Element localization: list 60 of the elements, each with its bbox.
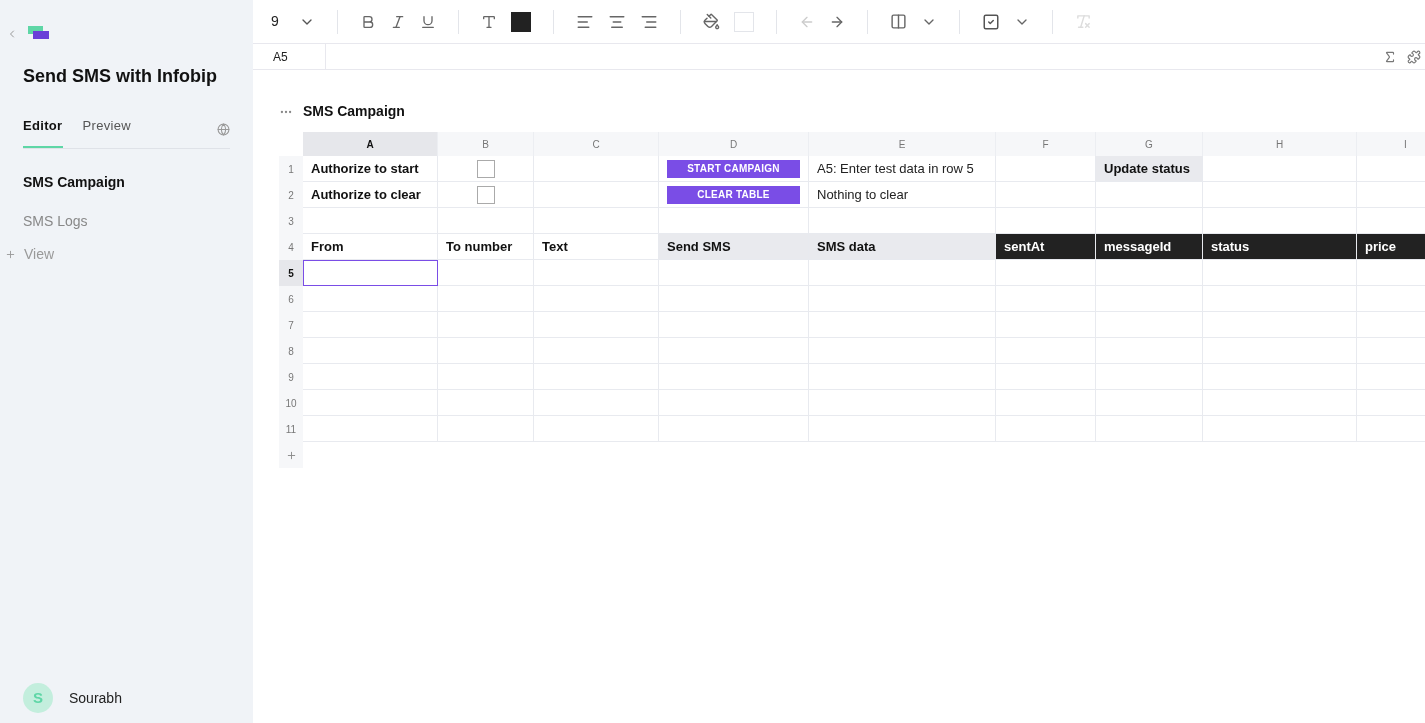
add-view-link[interactable]: View: [24, 243, 55, 265]
globe-icon[interactable]: [217, 122, 230, 136]
fill-color-swatch[interactable]: [733, 11, 754, 32]
text-color-swatch[interactable]: [510, 11, 531, 32]
logo-icon: [28, 26, 49, 41]
table-cell: price: [1357, 234, 1425, 260]
column-header[interactable]: B: [438, 132, 534, 156]
user-avatar: S: [23, 683, 53, 713]
table-cell: Send SMS: [659, 234, 809, 260]
checkbox[interactable]: [476, 185, 495, 204]
user-name: Sourabh: [69, 688, 122, 708]
table-cell: A5: Enter test data in row 5: [809, 156, 996, 182]
table-cell: messageId: [1096, 234, 1203, 260]
page-item[interactable]: SMS Logs: [23, 201, 230, 241]
table-cell: From: [303, 234, 438, 260]
column-header[interactable]: H: [1203, 132, 1357, 156]
row-number[interactable]: 11: [279, 416, 303, 442]
page-item[interactable]: SMS Campaign: [23, 162, 230, 202]
fill-color-icon[interactable]: [702, 13, 720, 30]
table-cell: status: [1203, 234, 1357, 260]
table-cell: Update status: [1096, 156, 1203, 182]
sheet-button[interactable]: CLEAR TABLE: [667, 185, 800, 204]
row-number[interactable]: 6: [279, 286, 303, 312]
tab[interactable]: Preview: [82, 116, 132, 148]
row-number[interactable]: 2: [279, 182, 303, 208]
row-number[interactable]: 10: [279, 390, 303, 416]
text-color-icon[interactable]: [480, 13, 497, 30]
table-cell: SMS data: [809, 234, 996, 260]
row-number[interactable]: 3: [279, 208, 303, 234]
row-number[interactable]: 7: [279, 312, 303, 338]
table-cell: Authorize to start: [303, 156, 438, 182]
column-header[interactable]: F: [996, 132, 1096, 156]
table-cell: Authorize to clear: [303, 182, 438, 208]
table-cell: sentAt: [996, 234, 1096, 260]
add-row-icon[interactable]: [285, 449, 297, 461]
table-cell: To number: [438, 234, 534, 260]
sheet-button[interactable]: START CAMPAIGN: [667, 159, 800, 178]
column-header[interactable]: E: [809, 132, 996, 156]
font-size-value[interactable]: 9: [271, 11, 279, 32]
column-header[interactable]: D: [659, 132, 809, 156]
column-header[interactable]: A: [303, 132, 438, 156]
column-header[interactable]: I: [1357, 132, 1425, 156]
column-header[interactable]: C: [534, 132, 659, 156]
row-number[interactable]: 5: [279, 260, 303, 286]
row-number[interactable]: 8: [279, 338, 303, 364]
app-title: Send SMS with Infobip: [23, 65, 218, 88]
sheet-title: SMS Campaign: [303, 102, 405, 121]
sum-icon[interactable]: [1383, 49, 1397, 64]
checkbox-icon[interactable]: [981, 12, 1000, 31]
table-cell: Nothing to clear: [809, 182, 996, 208]
column-header[interactable]: G: [1096, 132, 1203, 156]
tab[interactable]: Editor: [23, 116, 63, 148]
row-number[interactable]: 4: [279, 234, 303, 260]
checkbox[interactable]: [476, 159, 495, 178]
selected-cell[interactable]: [303, 260, 438, 286]
row-number[interactable]: 1: [279, 156, 303, 182]
underline-icon[interactable]: [419, 13, 436, 30]
puzzle-icon[interactable]: [1407, 49, 1421, 64]
row-number[interactable]: 9: [279, 364, 303, 390]
cell-reference[interactable]: A5: [253, 44, 326, 69]
